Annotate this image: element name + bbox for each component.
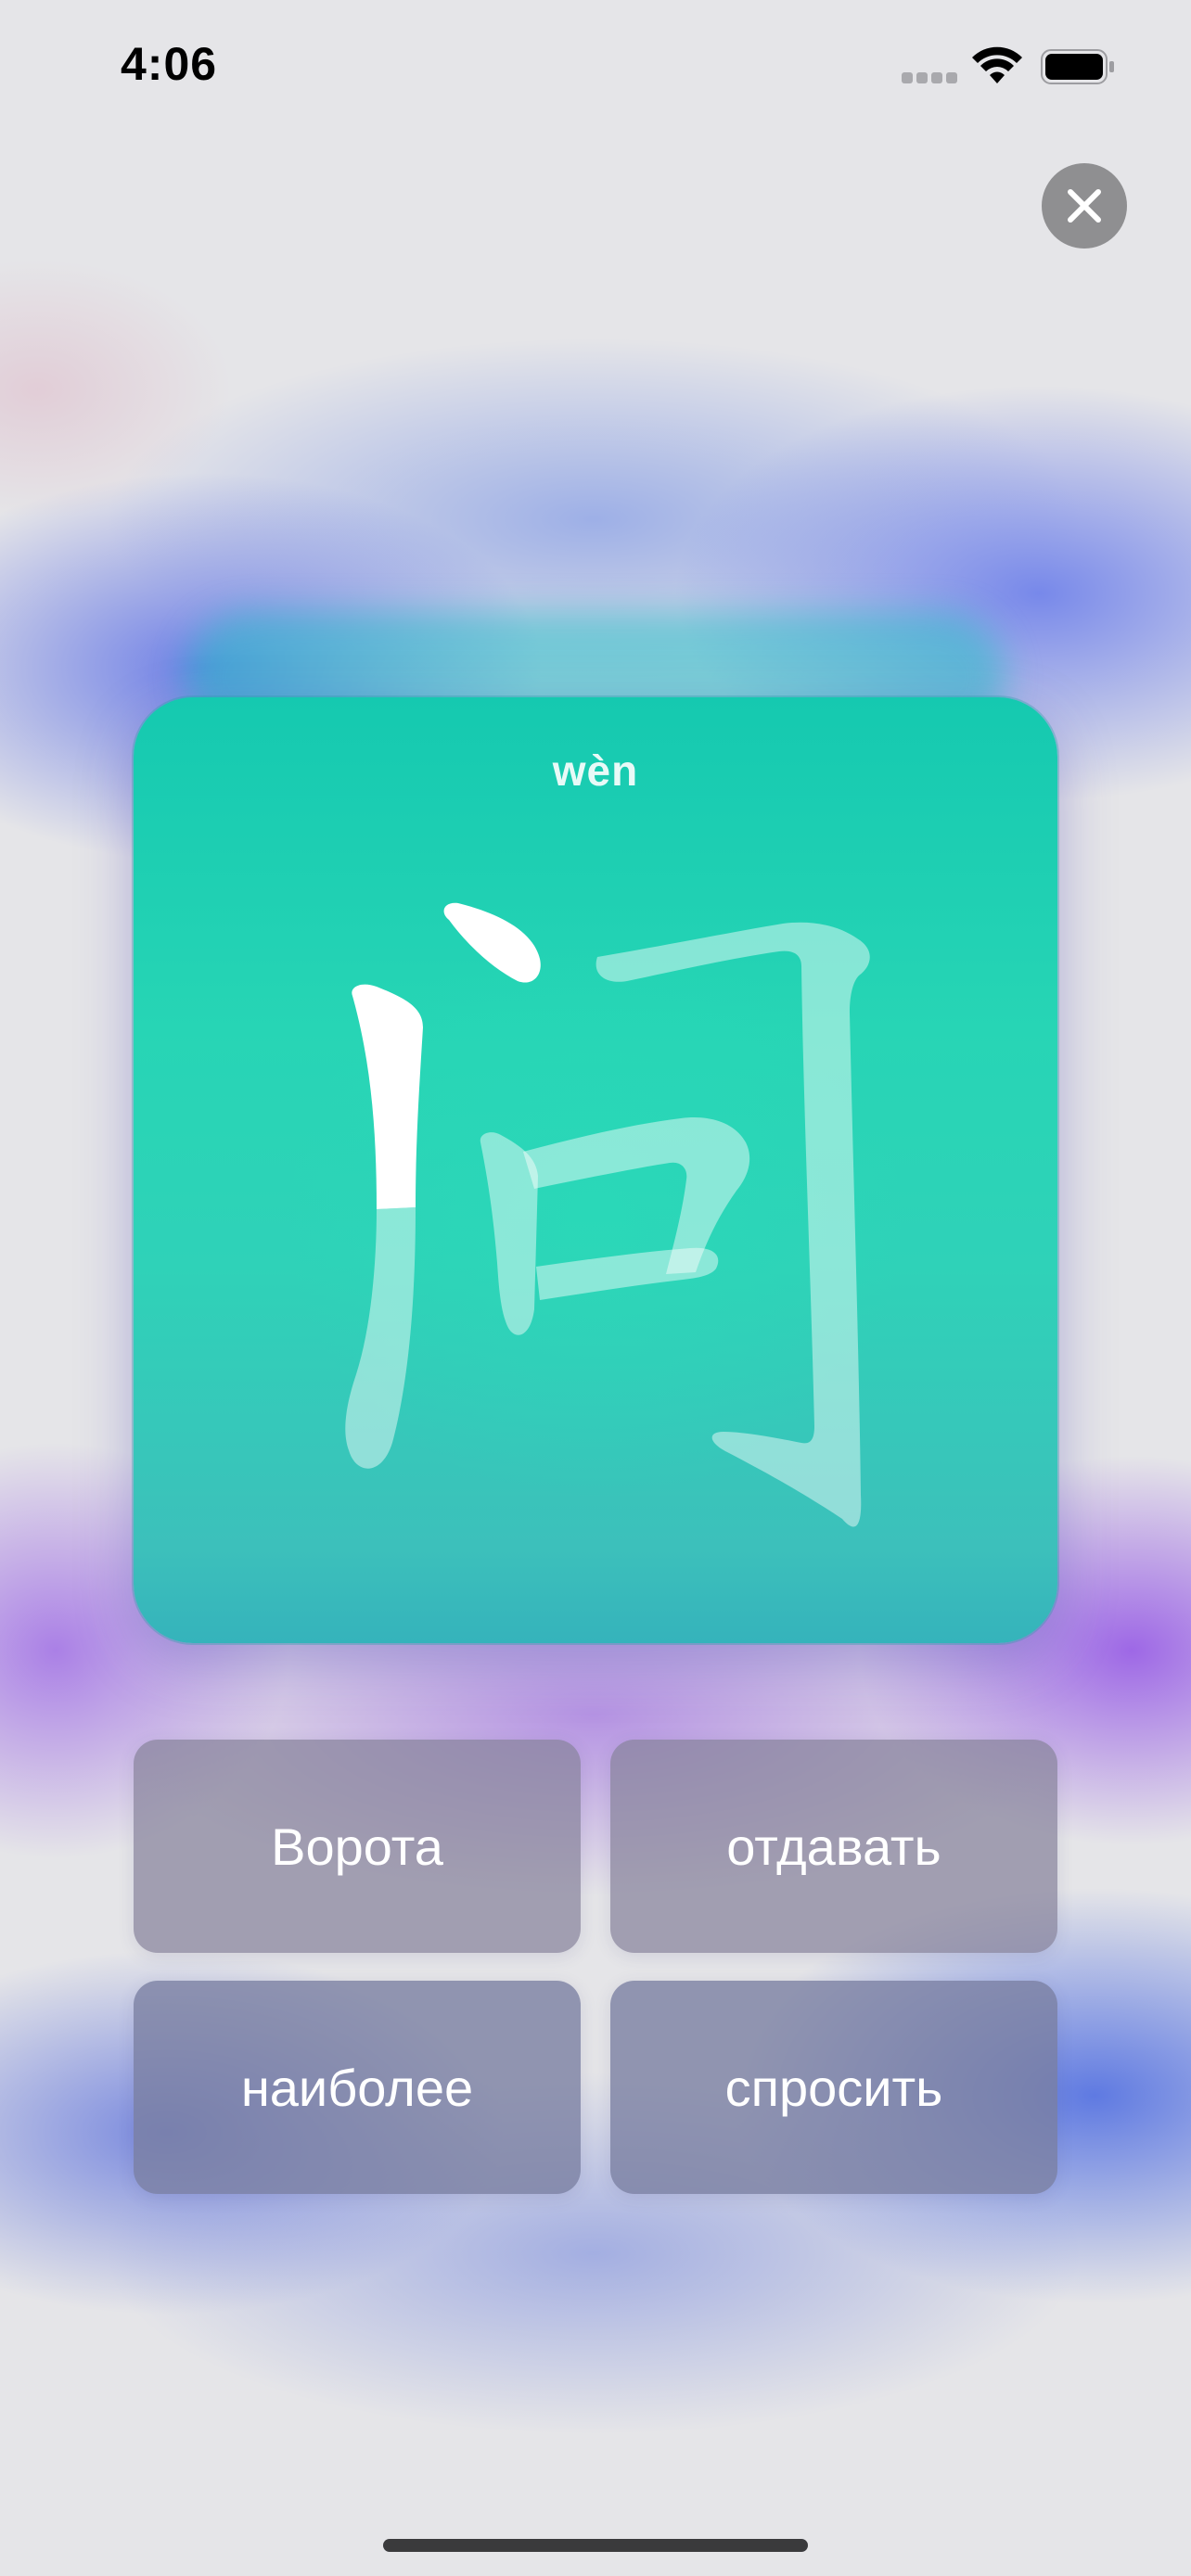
- battery-icon: [1041, 49, 1114, 84]
- close-button[interactable]: [1042, 163, 1127, 249]
- hanzi-stroke-glyph: [345, 902, 870, 1527]
- answer-button-vorota[interactable]: Ворота: [134, 1740, 581, 1953]
- answer-button-sprosit[interactable]: спросить: [610, 1981, 1057, 2194]
- wifi-icon: [972, 46, 1022, 83]
- status-time: 4:06: [121, 38, 218, 90]
- cellular-signal-icon: [902, 72, 957, 83]
- quiz-screen: 4:06 wèn Ворота отдавать наиболее спроси…: [0, 0, 1191, 2576]
- stroke-box-bottom: [536, 1247, 719, 1300]
- stroke-box-top-right: [523, 1117, 750, 1274]
- answer-button-naibolee[interactable]: наиболее: [134, 1981, 581, 2194]
- stroke-outer-hook: [596, 922, 870, 1527]
- close-icon: [1068, 189, 1101, 223]
- answer-button-otdavat[interactable]: отдавать: [610, 1740, 1057, 1953]
- status-bar: 4:06: [0, 0, 1191, 130]
- stroke-vertical-left-rest: [345, 1207, 416, 1469]
- stroke-vertical-left-done: [352, 984, 423, 1209]
- stroke-dot: [443, 902, 541, 983]
- home-indicator[interactable]: [383, 2539, 808, 2552]
- character-card[interactable]: wèn: [134, 697, 1057, 1643]
